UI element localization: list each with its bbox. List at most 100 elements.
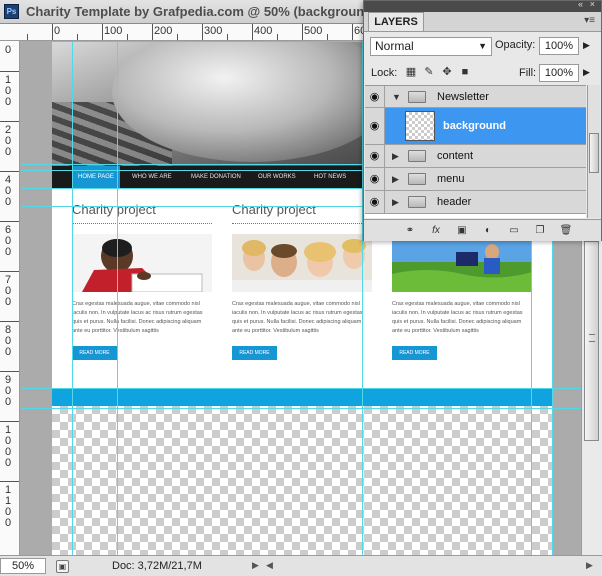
- guide-line[interactable]: [21, 388, 581, 389]
- charity-column: Charity project Cras egestas malesuada a…: [232, 202, 372, 360]
- doc-size-readout: Doc: 3,72M/21,7M: [112, 560, 202, 572]
- layer-name: content: [437, 150, 474, 162]
- column-title: Charity project: [72, 202, 156, 217]
- column-title: Charity project: [232, 202, 316, 217]
- layer-row-newsletter[interactable]: ◉ ▼ Newsletter: [365, 86, 586, 108]
- ruler-label: 1 1 0 0: [5, 484, 12, 529]
- lock-label: Lock:: [371, 67, 398, 79]
- expand-triangle-icon[interactable]: ▼: [392, 92, 401, 102]
- layer-style-fx-icon[interactable]: fx: [428, 223, 444, 239]
- expand-triangle-icon[interactable]: ▶: [392, 151, 399, 162]
- document-title: Charity Template by Grafpedia.com @ 50% …: [26, 4, 409, 19]
- layers-panel-body: Normal ▼ Opacity: 100% ▶ Lock: ▦ ✎ ✥ ■ F…: [364, 31, 601, 241]
- lock-image-brush-icon[interactable]: ✎: [422, 65, 436, 79]
- zoom-field[interactable]: 50%: [0, 558, 46, 574]
- layers-footer-toolbar: ⚭ fx ▣ ◐ ▭ ❐ 🗑: [364, 219, 601, 241]
- ruler-label: 6 0 0: [5, 224, 12, 258]
- chevron-down-icon: ▼: [478, 41, 487, 51]
- ruler-label: 0: [5, 44, 12, 56]
- visibility-eye-icon[interactable]: ◉: [365, 86, 385, 107]
- ruler-label: 1 0 0: [5, 74, 12, 108]
- boy-writing-image: [72, 234, 212, 292]
- vertical-ruler[interactable]: 0 1 0 0 2 0 0 4 0 0 6 0 0 7 0 0 8 0 0 9 …: [0, 41, 20, 555]
- lock-transparency-icon[interactable]: ▦: [404, 65, 418, 79]
- document-status-icon[interactable]: ▣: [56, 560, 69, 573]
- scrollbar-thumb[interactable]: [589, 133, 599, 173]
- scrollbar-thumb[interactable]: [584, 241, 599, 441]
- ruler-label: 4 0 0: [5, 174, 12, 208]
- ruler-label: 7 0 0: [5, 274, 12, 308]
- fill-slider-arrow-icon[interactable]: ▶: [583, 67, 590, 78]
- ruler-label: 1 0 0 0: [5, 424, 12, 469]
- folder-icon: [408, 150, 426, 162]
- ruler-label: 9 0 0: [5, 374, 12, 408]
- opacity-label: Opacity:: [495, 39, 536, 51]
- close-icon[interactable]: ×: [590, 0, 595, 9]
- guide-line[interactable]: [72, 42, 73, 555]
- status-menu-arrow-icon[interactable]: ▶: [252, 560, 259, 571]
- folder-icon: [408, 173, 426, 185]
- column-text: Cras egestas malesuada augue, vitae comm…: [392, 301, 523, 334]
- layer-name: menu: [437, 173, 465, 185]
- delete-trash-icon[interactable]: 🗑: [558, 223, 574, 239]
- opacity-slider-arrow-icon[interactable]: ▶: [583, 40, 590, 51]
- expand-triangle-icon[interactable]: ▶: [392, 197, 399, 208]
- layer-row-background[interactable]: ◉ background: [365, 108, 586, 145]
- read-more-button: READ MORE: [232, 346, 277, 360]
- panel-header[interactable]: « ×: [364, 0, 601, 12]
- charity-column: Charity project Cras egestas malesuada a…: [72, 202, 212, 360]
- lock-all-icon[interactable]: ■: [458, 65, 472, 79]
- visibility-eye-icon[interactable]: ◉: [365, 168, 385, 190]
- layer-list[interactable]: ◉ ▼ Newsletter ◉ background ◉ ▶ content: [365, 85, 586, 218]
- folder-icon: [408, 196, 426, 208]
- layer-row-header[interactable]: ◉ ▶ header: [365, 191, 586, 214]
- ruler-label: 0: [54, 25, 61, 37]
- column-text: Cras egestas malesuada augue, vitae comm…: [232, 301, 363, 334]
- layers-panel: « × LAYERS ▾≡ Normal ▼ Opacity: 100% ▶ L…: [363, 0, 602, 241]
- fill-label: Fill:: [519, 67, 537, 79]
- ruler-label: 400: [254, 25, 273, 37]
- transparent-area: [52, 406, 552, 555]
- child-laptop-grass-image: [392, 234, 532, 292]
- layer-name: Newsletter: [437, 91, 489, 103]
- new-group-folder-icon[interactable]: ▭: [506, 223, 522, 239]
- expand-triangle-icon[interactable]: ▶: [392, 174, 399, 185]
- opacity-input[interactable]: 100%: [539, 37, 579, 55]
- photoshop-window: Ps Charity Template by Grafpedia.com @ 5…: [0, 0, 602, 576]
- guide-line[interactable]: [117, 42, 118, 555]
- ruler-label: 500: [304, 25, 323, 37]
- adjustment-layer-icon[interactable]: ◐: [480, 223, 496, 239]
- ruler-label: 300: [204, 25, 223, 37]
- panel-menu-icon[interactable]: ▾≡: [584, 15, 595, 26]
- collapse-icon[interactable]: «: [578, 0, 583, 9]
- scroll-right-arrow-icon[interactable]: ▶: [586, 560, 593, 571]
- layer-row-content[interactable]: ◉ ▶ content: [365, 145, 586, 168]
- layer-row-menu[interactable]: ◉ ▶ menu: [365, 168, 586, 191]
- layer-name: background: [443, 120, 506, 132]
- layer-name: header: [437, 196, 472, 208]
- tab-layers[interactable]: LAYERS: [368, 12, 424, 31]
- ruler-label: 200: [154, 25, 173, 37]
- ruler-label: 100: [104, 25, 123, 37]
- lock-position-move-icon[interactable]: ✥: [440, 65, 454, 79]
- visibility-eye-icon[interactable]: ◉: [365, 145, 385, 167]
- fill-input[interactable]: 100%: [539, 64, 579, 82]
- blue-band: [52, 388, 552, 406]
- ruler-label: 2 0 0: [5, 124, 12, 158]
- photoshop-app-icon: Ps: [4, 4, 19, 19]
- ruler-label: 8 0 0: [5, 324, 12, 358]
- blend-mode-select[interactable]: Normal ▼: [370, 37, 492, 56]
- visibility-eye-icon[interactable]: ◉: [365, 108, 385, 144]
- layer-mask-icon[interactable]: ▣: [454, 223, 470, 239]
- layer-list-scrollbar[interactable]: [587, 85, 600, 218]
- guide-line[interactable]: [21, 408, 581, 409]
- read-more-button: READ MORE: [72, 346, 117, 360]
- new-layer-icon[interactable]: ❐: [532, 223, 548, 239]
- scroll-left-arrow-icon[interactable]: ◀: [266, 560, 273, 571]
- column-text: Cras egestas malesuada augue, vitae comm…: [72, 301, 203, 334]
- blend-mode-value: Normal: [375, 39, 414, 53]
- visibility-eye-icon[interactable]: ◉: [365, 191, 385, 213]
- status-bar: 50% ▣ Doc: 3,72M/21,7M ▶ ◀ ▶: [0, 555, 602, 576]
- link-layers-icon[interactable]: ⚭: [402, 223, 418, 239]
- folder-icon: [408, 91, 426, 103]
